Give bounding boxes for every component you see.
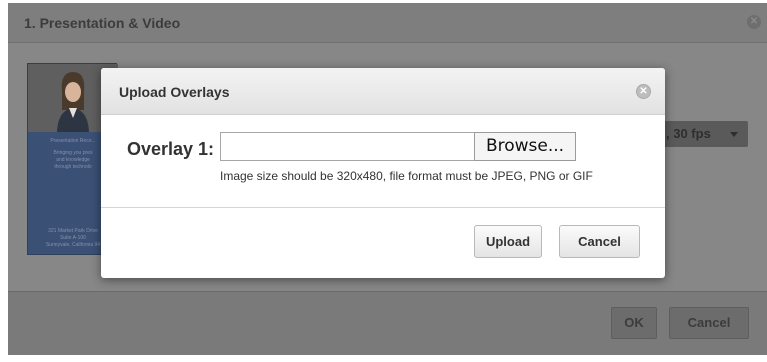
browse-button[interactable]: Browse... <box>474 132 576 161</box>
file-requirements-hint: Image size should be 320x480, file forma… <box>220 169 593 183</box>
close-icon[interactable]: ✕ <box>636 84 651 99</box>
modal-title: Upload Overlays <box>119 84 230 100</box>
overlay-1-label: Overlay 1: <box>127 139 215 159</box>
modal-header: Upload Overlays ✕ <box>101 68 665 115</box>
upload-overlays-modal: Upload Overlays ✕ Overlay 1: Browse... I… <box>101 68 665 278</box>
upload-button[interactable]: Upload <box>474 225 542 258</box>
fps-select-value: , 30 fps <box>666 126 711 141</box>
background-dialog-title: 1. Presentation & Video <box>24 15 181 31</box>
overlay-1-file-input[interactable] <box>220 132 475 161</box>
background-dialog-header: 1. Presentation & Video ✕ <box>8 3 767 43</box>
modal-divider <box>101 207 665 208</box>
chevron-down-icon <box>730 132 738 137</box>
presenter-image <box>57 72 89 132</box>
close-icon[interactable]: ✕ <box>747 15 761 29</box>
fps-select[interactable]: , 30 fps <box>656 121 748 147</box>
ok-button[interactable]: OK <box>611 307 657 339</box>
background-cancel-button[interactable]: Cancel <box>669 307 749 339</box>
cancel-button[interactable]: Cancel <box>559 225 640 258</box>
